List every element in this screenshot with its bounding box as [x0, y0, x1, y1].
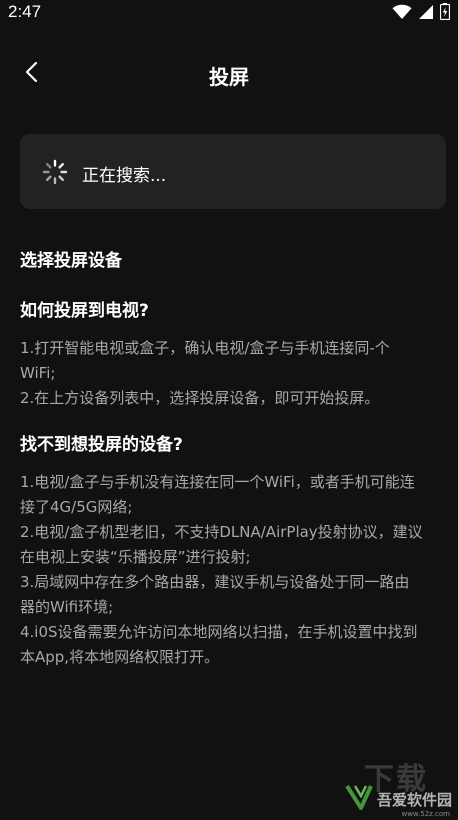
search-status-text: 正在搜索...: [82, 166, 167, 186]
status-icons: [392, 3, 450, 20]
spinner-icon: [42, 159, 68, 185]
not-found-line: 接了4G/5G网络;: [20, 498, 133, 516]
page-title: 投屏: [209, 65, 249, 89]
help-content: 选择投屏设备 如何投屏到电视? 1.打开智能电视或盒子，确认电视/盒子与手机连接…: [20, 246, 458, 670]
not-found-line: 器的Wifi环境;: [20, 598, 114, 616]
wifi-icon: [392, 4, 412, 20]
device-search-card: 正在搜索...: [20, 134, 446, 209]
watermark-text: 吾爱软件园: [376, 790, 452, 809]
watermark-url: www.52z.com: [401, 810, 450, 818]
how-to-line: WiFi;: [20, 364, 56, 382]
how-to-heading: 如何投屏到电视?: [20, 301, 149, 321]
how-to-steps: 1.打开智能电视或盒子，确认电视/盒子与手机连接同-个 WiFi; 2.在上方设…: [20, 336, 458, 411]
not-found-line: 在电视上安装“乐播投屏”进行投射;: [20, 548, 251, 566]
header-bar: 投屏: [0, 48, 458, 100]
not-found-line: 本App,将本地网络权限打开。: [20, 648, 220, 666]
status-time: 2:47: [8, 2, 42, 21]
not-found-line: 4.i0S设备需要允许访问本地网络以扫描，在手机设置中找到: [20, 623, 418, 641]
not-found-heading: 找不到想投屏的设备?: [20, 435, 183, 455]
not-found-line: 3.局域网中存在多个路由器，建议手机与设备处于同一路由: [20, 573, 410, 591]
not-found-tips: 1.电视/盒子与手机没有连接在同一个WiFi，或者手机可能连 接了4G/5G网络…: [20, 470, 458, 670]
battery-icon: [440, 3, 450, 20]
status-bar: 2:47: [0, 0, 458, 26]
how-to-line: 1.打开智能电视或盒子，确认电视/盒子与手机连接同-个: [20, 339, 390, 357]
signal-icon: [418, 4, 434, 20]
select-device-title: 选择投屏设备: [20, 251, 122, 271]
not-found-line: 1.电视/盒子与手机没有连接在同一个WiFi，或者手机可能连: [20, 473, 415, 491]
not-found-line: 2.电视/盒子机型老旧，不支持DLNA/AirPlay投射协议，建议: [20, 523, 423, 541]
cast-screen: 2:47 投屏 正在搜索... 选择投屏设备 如何投屏到电视? 1.打开智能电视…: [0, 0, 458, 820]
how-to-line: 2.在上方设备列表中，选择投屏设备，即可开始投屏。: [20, 389, 380, 407]
watermark-logo-icon: [341, 782, 375, 816]
